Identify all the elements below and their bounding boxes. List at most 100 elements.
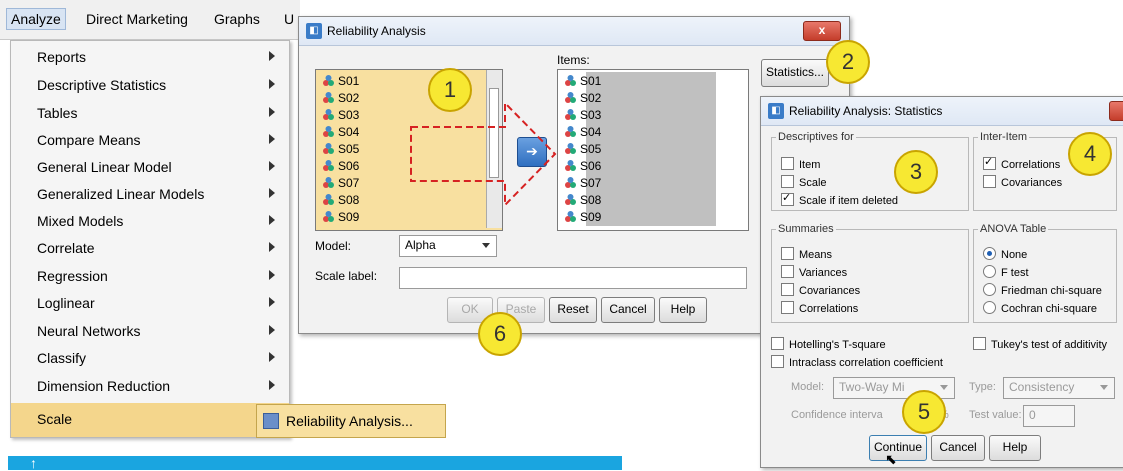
scale-submenu: Reliability Analysis... <box>256 404 446 438</box>
submenu-arrow-icon <box>269 134 275 144</box>
menu-item-regression[interactable]: Regression <box>11 264 289 290</box>
menu-item-reports[interactable]: Reports <box>11 45 289 71</box>
menu-graphs[interactable]: Graphs <box>214 11 260 27</box>
covariances-checkbox[interactable]: Covariances <box>983 175 1062 189</box>
scale-variable-icon <box>322 91 335 104</box>
menu-item-general-linear-model[interactable]: General Linear Model <box>11 155 289 181</box>
continue-button[interactable]: Continue <box>869 435 927 461</box>
list-item[interactable]: S05 <box>322 142 359 158</box>
list-item[interactable]: S05 <box>564 142 601 158</box>
anova-f-test-radio[interactable]: F test <box>983 265 1029 279</box>
menu-item-dimension-reduction[interactable]: Dimension Reduction <box>11 374 289 400</box>
summary-covariances-checkbox[interactable]: Covariances <box>781 283 860 297</box>
model-select[interactable]: Alpha <box>399 235 497 257</box>
item-checkbox[interactable]: Item <box>781 157 820 171</box>
list-item[interactable]: S07 <box>322 176 359 192</box>
hotelling-checkbox[interactable]: Hotelling's T-square <box>771 337 886 351</box>
menu-item-label: Dimension Reduction <box>37 378 171 394</box>
anova-none-radio[interactable]: None <box>983 247 1027 261</box>
list-item[interactable]: S09 <box>322 210 359 226</box>
close-button[interactable] <box>1109 101 1123 121</box>
menu-item-classify[interactable]: Classify <box>11 346 289 372</box>
menu-item-label: Reports <box>37 49 87 65</box>
radio-selected-icon <box>983 247 996 260</box>
menu-item-descriptive-statistics[interactable]: Descriptive Statistics <box>11 73 289 99</box>
list-item[interactable]: S04 <box>322 125 359 141</box>
items-label: Items: <box>557 53 590 67</box>
menu-item-compare-means[interactable]: Compare Means <box>11 128 289 154</box>
banner-arrow-icon: ↑ <box>30 455 37 471</box>
menu-direct-marketing[interactable]: Direct Marketing <box>86 11 188 27</box>
submenu-item-reliability-analysis[interactable]: Reliability Analysis... <box>257 405 445 437</box>
menu-item-mixed-models[interactable]: Mixed Models <box>11 209 289 235</box>
menu-item-label: Neural Networks <box>37 323 141 339</box>
list-item[interactable]: S01 <box>564 74 601 90</box>
list-item[interactable]: S08 <box>564 193 601 209</box>
submenu-arrow-icon <box>269 352 275 362</box>
scale-label-input[interactable] <box>399 267 747 289</box>
list-item[interactable]: S06 <box>322 159 359 175</box>
test-value-input[interactable]: 0 <box>1023 405 1075 427</box>
menu-analyze[interactable]: Analyze <box>6 8 66 30</box>
help-button[interactable]: Help <box>659 297 707 323</box>
menu-item-correlate[interactable]: Correlate <box>11 236 289 262</box>
variances-checkbox[interactable]: Variances <box>781 265 847 279</box>
menu-item-generalized-linear-models[interactable]: Generalized Linear Models <box>11 182 289 208</box>
menu-item-scale[interactable]: Scale <box>11 403 289 437</box>
stats-cancel-button[interactable]: Cancel <box>931 435 985 461</box>
scale-variable-icon <box>322 193 335 206</box>
correlations-checkbox[interactable]: Correlations <box>983 155 1060 171</box>
submenu-arrow-icon <box>269 51 275 61</box>
menu-item-label: Generalized Linear Models <box>37 186 205 202</box>
reset-button[interactable]: Reset <box>549 297 597 323</box>
list-item[interactable]: S09 <box>564 210 601 226</box>
anova-cochran-radio[interactable]: Cochran chi-square <box>983 301 1097 315</box>
scale-variable-icon <box>564 210 577 223</box>
radio-icon <box>983 265 996 278</box>
menu-item-label: Loglinear <box>37 295 95 311</box>
scale-if-deleted-checkbox[interactable]: Scale if item deleted <box>781 191 898 207</box>
means-checkbox[interactable]: Means <box>781 247 832 261</box>
menu-item-tables[interactable]: Tables <box>11 101 289 127</box>
scale-checkbox[interactable]: Scale <box>781 175 827 189</box>
close-button[interactable]: x <box>803 21 841 41</box>
items-list[interactable]: S01 S02 S03 S04 S05 S06 S07 S08 S09 <box>557 69 749 231</box>
summary-correlations-checkbox[interactable]: Correlations <box>781 301 858 315</box>
menu-item-loglinear[interactable]: Loglinear <box>11 291 289 317</box>
dialog-title: Reliability Analysis: Statistics <box>789 104 943 118</box>
scale-variable-icon <box>564 125 577 138</box>
menu-utilities[interactable]: U <box>284 11 294 27</box>
list-item[interactable]: S02 <box>322 91 359 107</box>
intraclass-checkbox[interactable]: Intraclass correlation coefficient <box>771 355 943 369</box>
scale-variable-icon <box>564 108 577 121</box>
menu-item-neural-networks[interactable]: Neural Networks <box>11 319 289 345</box>
test-value-label: Test value: <box>969 409 1022 421</box>
scale-variable-icon <box>564 142 577 155</box>
list-item[interactable]: S02 <box>564 91 601 107</box>
icc-type-select[interactable]: Consistency <box>1003 377 1115 399</box>
group-legend: Summaries <box>778 223 834 235</box>
list-item[interactable]: S04 <box>564 125 601 141</box>
anova-friedman-radio[interactable]: Friedman chi-square <box>983 283 1102 297</box>
list-item[interactable]: S08 <box>322 193 359 209</box>
cancel-button[interactable]: Cancel <box>601 297 655 323</box>
checkbox-icon <box>781 283 794 296</box>
icc-type-label: Type: <box>969 381 996 393</box>
list-item[interactable]: S06 <box>564 159 601 175</box>
statistics-button[interactable]: Statistics... <box>761 59 829 87</box>
dialog-titlebar: ◧ Reliability Analysis x <box>299 17 849 46</box>
chevron-down-icon <box>482 243 490 248</box>
submenu-arrow-icon <box>269 270 275 280</box>
menu-item-label: Correlate <box>37 240 95 256</box>
list-item[interactable]: S03 <box>564 108 601 124</box>
submenu-arrow-icon <box>269 297 275 307</box>
checkbox-icon <box>781 157 794 170</box>
list-item[interactable]: S01 <box>322 74 359 90</box>
list-item[interactable]: S07 <box>564 176 601 192</box>
tukey-checkbox[interactable]: Tukey's test of additivity <box>973 337 1107 351</box>
chevron-down-icon <box>940 385 948 390</box>
stats-help-button[interactable]: Help <box>989 435 1041 461</box>
menu-item-label: Descriptive Statistics <box>37 77 167 93</box>
list-item[interactable]: S03 <box>322 108 359 124</box>
group-legend: Inter-Item <box>980 131 1028 143</box>
